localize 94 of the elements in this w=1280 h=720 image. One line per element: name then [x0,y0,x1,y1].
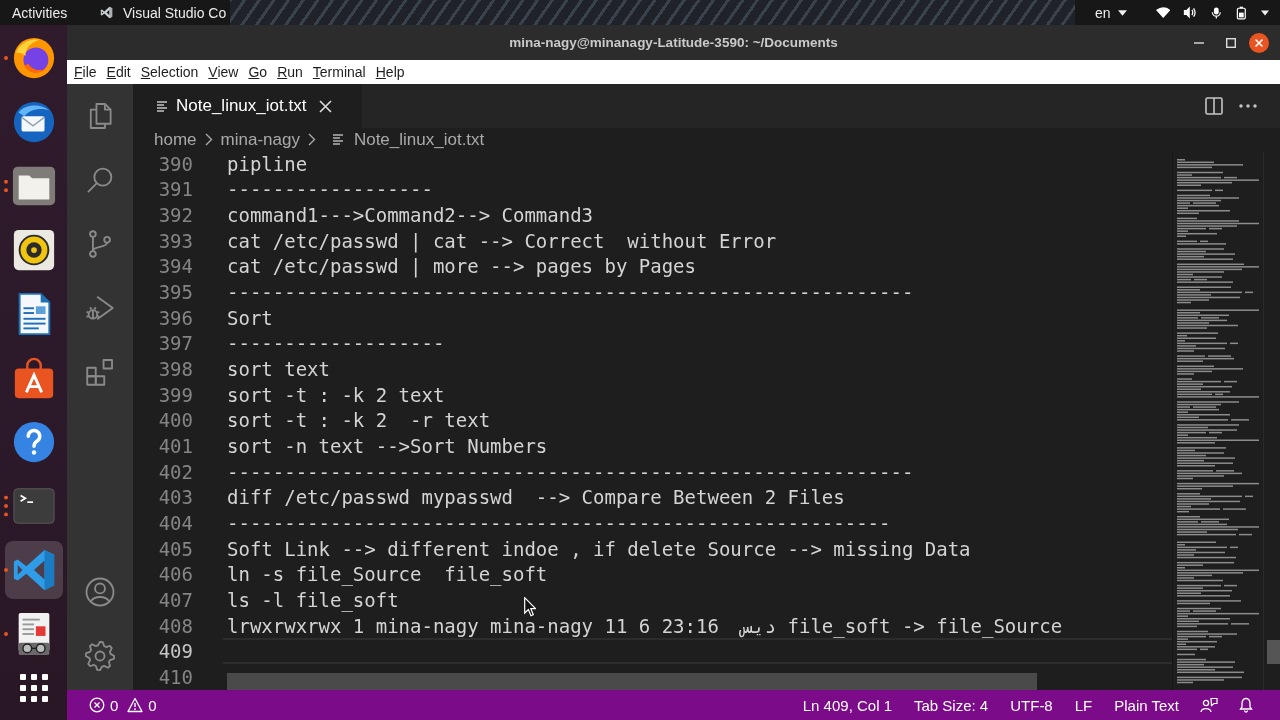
code-line: cat /etc/passwd | more --> pages by Pages [227,254,696,280]
app-grid-icon[interactable] [19,674,48,702]
line-number: 392 [157,204,193,227]
running-indicator-icon [4,495,8,517]
account-icon[interactable] [83,575,117,609]
text-lines-icon [331,133,344,146]
breadcrumb-item[interactable]: mina-nagy [220,129,300,150]
menu-item[interactable]: Go [248,64,268,80]
line-number: 406 [157,563,193,586]
line-number: 394 [157,255,193,278]
maximize-icon[interactable] [1226,37,1236,48]
code-editor-icon[interactable] [4,541,63,599]
running-indicator-icon [4,56,8,60]
line-number: 400 [157,409,193,432]
line-number: 393 [157,229,193,252]
code-line: ------------------------------------------------------------ [227,280,914,305]
code-line: ls -l file_soft [227,588,399,613]
code-line: Sort [227,305,273,331]
scrollbar-thumb[interactable] [227,673,1037,690]
code-line: ---------------------------------------------------------- [227,511,891,536]
editor-tab[interactable]: Note_linux_iot.txt [133,84,362,128]
breadcrumb-item[interactable]: Note_linux_iot.txt [331,129,485,150]
close-icon[interactable] [319,99,333,113]
status-item[interactable]: Ln 409, Col 1 [791,696,903,714]
more-icon[interactable] [1239,104,1257,108]
wifi-icon[interactable] [1155,6,1171,19]
menu-item[interactable]: Terminal [312,64,366,80]
chevron-icon [307,133,316,146]
menu-item[interactable]: Edit [106,64,131,80]
settings-icon[interactable] [83,639,117,673]
line-number: 398 [157,358,193,381]
status-item[interactable]: UTF-8 [999,696,1064,714]
battery-icon[interactable] [1235,4,1248,21]
activities-button[interactable]: Activities [0,4,88,21]
code-line: pipline [227,151,308,177]
code-line: lrwxrwxrwx 1 mina-nagy mina-nagy 11 6 23:16 ديس file_soft -> file_Source [227,613,1063,639]
menu-item[interactable]: File [74,64,97,80]
menu-item[interactable]: Selection [140,64,199,80]
code-line: command1--->Command2--> Command3 [227,203,594,228]
code-line: ------------------------------------------------------------ [227,459,914,485]
error-icon[interactable] [89,697,105,713]
code-line: diff /etc/passwd mypasswd --> Compare Between 2 Files [227,485,845,511]
warning-icon[interactable] [127,697,144,713]
line-number: 405 [157,537,193,560]
chevron-icon [204,133,213,146]
mouse-pointer-icon [524,597,536,617]
caret-icon[interactable] [1260,9,1269,16]
scrollbar-thumb[interactable] [1267,640,1280,664]
menu-item[interactable]: View [208,64,239,80]
feedback-icon[interactable] [1200,697,1218,713]
menu-item[interactable]: Run [277,64,303,80]
code-line: sort -t : -k 2 -r text [227,408,491,434]
line-number: 395 [157,281,193,304]
window-title: mina-nagy@minanagy-Latitude-3590: ~/Documents [509,35,838,50]
line-number: 410 [157,665,193,688]
status-item[interactable]: LF [1063,696,1104,714]
bell-icon[interactable] [1238,697,1254,713]
error-count[interactable]: 0 [110,696,119,714]
line-number: 409 [157,640,193,663]
app-menu[interactable]: Visual Studio Co [88,4,231,21]
keyboard-layout-menu[interactable]: en [1095,4,1127,21]
running-indicator-icon [4,568,8,572]
code-line: ------------------- [227,331,445,357]
code-line: Soft Link --> different indoe , if delete Source --> missing Data [227,536,971,562]
caret-icon [1117,9,1127,16]
breadcrumb-item[interactable]: home [154,129,197,150]
line-number: 390 [157,152,193,175]
code-line: ln -s file_Source file_soft [227,562,548,588]
volume-icon[interactable] [1183,5,1197,20]
code-line: ------------------ [227,177,433,203]
split-editor-icon[interactable] [1205,97,1223,115]
code-line: cat /etc/passwd | cat --> Correct without Error [227,228,777,254]
code-editor-icon [100,6,113,19]
running-indicator-icon [4,632,8,636]
code-line: sort -t : -k 2 text [227,382,445,408]
code-line: sort text [227,357,330,382]
status-item[interactable]: Plain Text [1103,696,1190,714]
close-icon[interactable] [1249,32,1269,53]
menu-item[interactable]: Help [375,64,405,80]
warning-count[interactable]: 0 [148,696,157,714]
line-number: 408 [157,614,193,637]
line-number: 399 [157,383,193,406]
running-indicator-icon [4,179,8,193]
line-number: 396 [157,306,193,329]
line-number: 402 [157,460,193,483]
code-line: sort -n text -->Sort Numbers [227,434,548,459]
line-number: 403 [157,486,193,509]
line-number: 391 [157,178,193,201]
line-number: 397 [157,332,193,355]
text-lines-icon [156,99,168,113]
line-number: 404 [157,512,193,534]
status-item[interactable]: Tab Size: 4 [903,696,1000,714]
line-number: 407 [157,589,193,611]
line-number: 401 [157,435,193,458]
